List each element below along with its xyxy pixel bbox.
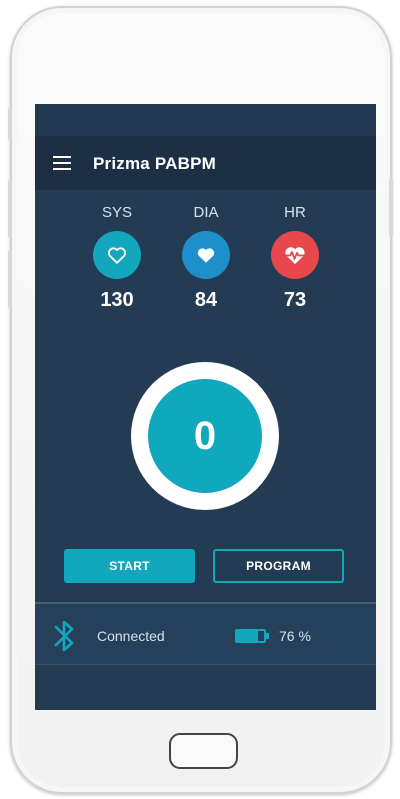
metric-value: 84 [194,289,218,311]
metric-sys: SYS 130 [87,204,147,312]
app-title: Prizma PABPM [93,154,217,173]
app-screen: Prizma PABPM SYS 130 DIA 84 HR 73 0 STAR… [35,104,376,710]
phone-side-button [8,250,12,308]
metric-label: HR [284,204,306,221]
metric-dia: DIA 84 [176,204,236,312]
metric-label: DIA [193,204,219,221]
connection-status-bar: Connected 76 % [35,604,376,665]
heart-filled-icon [182,231,230,279]
pressure-gauge: 0 [131,362,279,510]
heart-outline-icon [93,231,141,279]
bluetooth-icon [54,620,74,652]
start-button[interactable]: START [64,549,195,583]
gauge-center: 0 [148,379,262,493]
program-button[interactable]: PROGRAM [213,549,344,583]
system-status-strip [35,104,376,136]
metric-value: 130 [100,289,134,311]
battery-icon [235,629,269,643]
phone-side-button [8,180,12,238]
battery-percentage: 76 % [279,628,311,644]
phone-side-button [8,108,12,140]
connection-status-text: Connected [97,628,165,644]
metric-label: SYS [101,204,132,221]
heart-pulse-icon [271,231,319,279]
home-button[interactable] [169,733,238,769]
metric-hr: HR 73 [265,204,325,312]
phone-power-button [389,178,393,236]
menu-icon[interactable] [53,156,71,170]
app-bar: Prizma PABPM [35,136,376,190]
metric-value: 73 [283,289,307,311]
gauge-value: 0 [193,413,217,458]
battery-level [237,631,258,641]
